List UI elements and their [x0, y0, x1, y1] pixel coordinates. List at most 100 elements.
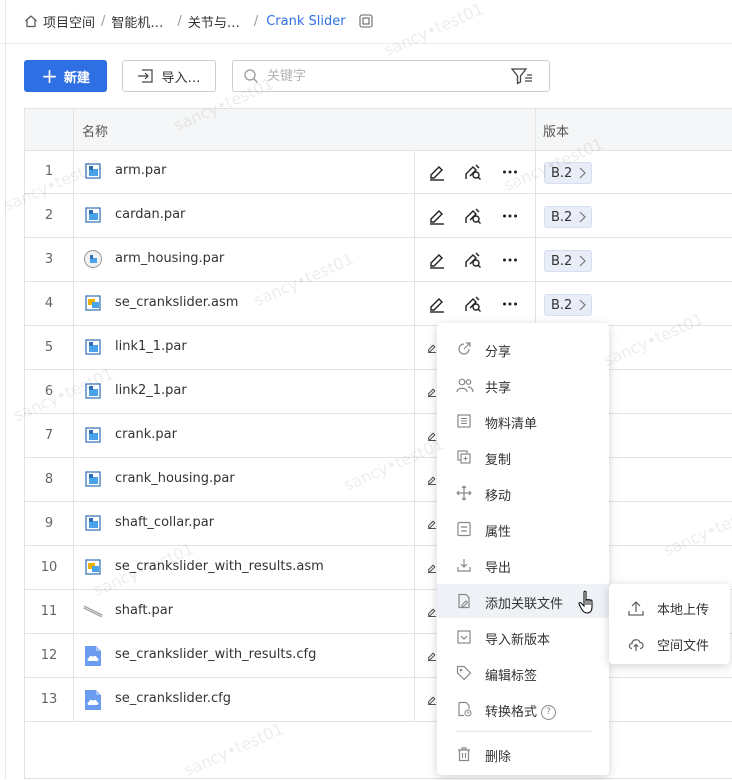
left-border [5, 0, 6, 779]
file-name[interactable]: se_crankslider_with_results.asm [115, 559, 324, 574]
home-icon[interactable] [24, 14, 38, 28]
view-icon[interactable] [463, 294, 483, 314]
file-name[interactable]: cardan.par [115, 207, 185, 222]
filter-icon[interactable] [510, 67, 533, 89]
more-icon[interactable] [500, 162, 520, 182]
version-badge[interactable]: B.2 [544, 294, 592, 316]
edit-icon[interactable] [427, 162, 447, 182]
hand-cursor-icon [578, 590, 593, 614]
table-row[interactable]: 9 shaft_collar.par [25, 502, 732, 546]
menu-item-copy[interactable]: 复制 [437, 440, 609, 474]
menu-item-label: 属性 [485, 525, 512, 540]
more-icon[interactable] [500, 294, 520, 314]
copy-path-icon[interactable] [358, 13, 374, 29]
more-icon[interactable] [500, 250, 520, 270]
menu-item-export[interactable]: 导出 [437, 548, 609, 582]
more-icon[interactable] [500, 206, 520, 226]
menu-item-import-version[interactable]: 导入新版本 [437, 620, 609, 654]
edit-icon[interactable] [427, 206, 447, 226]
edit-icon[interactable] [427, 646, 437, 666]
column-header-name[interactable]: 名称 [82, 121, 108, 140]
bom-list-icon [456, 413, 472, 429]
file-name[interactable]: shaft_collar.par [115, 515, 214, 530]
assembly-icon [83, 293, 103, 313]
edit-icon[interactable] [427, 338, 437, 358]
file-name[interactable]: crank.par [115, 427, 177, 442]
file-name[interactable]: link2_1.par [115, 383, 187, 398]
tag-icon [456, 665, 472, 681]
edit-icon[interactable] [427, 294, 447, 314]
breadcrumb-item-subfolder[interactable]: 关节与… [188, 12, 240, 31]
breadcrumb: 项目空间 / 智能机… / 关节与… / Crank Slider [24, 10, 374, 32]
file-name[interactable]: arm_housing.par [115, 251, 224, 266]
edit-icon[interactable] [427, 514, 437, 534]
menu-item-label: 物料清单 [485, 417, 538, 432]
part-icon [83, 469, 103, 489]
breadcrumb-item-folder[interactable]: 智能机… [111, 12, 163, 31]
search-box[interactable] [232, 60, 550, 92]
file-name[interactable]: link1_1.par [115, 339, 187, 354]
edit-icon[interactable] [427, 470, 437, 490]
row-number: 11 [40, 604, 58, 619]
part-icon [83, 161, 103, 181]
edit-icon[interactable] [427, 558, 437, 578]
search-input[interactable] [265, 67, 499, 85]
table-row[interactable]: 8 crank_housing.par [25, 458, 732, 502]
users-icon [456, 377, 474, 393]
file-name[interactable]: se_crankslider.cfg [115, 691, 231, 706]
view-icon[interactable] [463, 162, 483, 182]
context-menu: 分享 共享 物料清单 复制 移动 属性 导出 添加关联文件 导入新版本 编辑标签… [437, 323, 609, 775]
breadcrumb-separator: / [253, 13, 259, 29]
version-badge[interactable]: B.2 [544, 250, 592, 272]
submenu-item-upload[interactable]: 本地上传 [609, 590, 730, 624]
menu-item-properties[interactable]: 属性 [437, 512, 609, 546]
menu-item-label: 导出 [485, 561, 512, 576]
help-icon[interactable]: ? [541, 705, 557, 720]
table-row[interactable]: 6 link2_1.par [25, 370, 732, 414]
new-button[interactable]: + 新建 [24, 60, 107, 92]
import-button[interactable]: 导入… [122, 60, 216, 92]
breadcrumb-item-project-space[interactable]: 项目空间 [43, 12, 95, 31]
row-number: 8 [44, 472, 54, 487]
upload-icon [627, 599, 645, 617]
version-badge[interactable]: B.2 [544, 206, 592, 228]
column-header-version[interactable]: 版本 [543, 121, 569, 140]
edit-icon[interactable] [427, 602, 437, 622]
table-row[interactable]: 13 se_crankslider.cfg [25, 678, 732, 722]
version-label: B.2 [551, 165, 573, 181]
table-row[interactable]: 1 arm.par B.2 [25, 150, 732, 194]
version-badge[interactable]: B.2 [544, 162, 592, 184]
table-row[interactable]: 5 link1_1.par [25, 326, 732, 370]
row-number: 1 [44, 164, 54, 179]
cloud-file-icon [83, 645, 103, 666]
table-row[interactable]: 2 cardan.par B.2 [25, 194, 732, 238]
breadcrumb-separator: / [101, 13, 106, 29]
menu-item-bom-list[interactable]: 物料清单 [437, 404, 609, 438]
table-row[interactable]: 4 se_crankslider.asm B.2 [25, 282, 732, 326]
file-name[interactable]: arm.par [115, 163, 166, 178]
menu-item-users[interactable]: 共享 [437, 368, 609, 402]
edit-icon[interactable] [427, 426, 437, 446]
submenu-item-cloud-upload[interactable]: 空间文件 [609, 626, 730, 660]
edit-icon[interactable] [427, 250, 447, 270]
submenu-item-label: 空间文件 [657, 639, 710, 654]
row-number: 4 [44, 296, 54, 311]
menu-item-move[interactable]: 移动 [437, 476, 609, 510]
view-icon[interactable] [463, 250, 483, 270]
menu-item-convert[interactable]: 转换格式? [437, 692, 609, 726]
table-row[interactable]: 7 crank.par [25, 414, 732, 458]
file-name[interactable]: crank_housing.par [115, 471, 235, 486]
edit-icon[interactable] [427, 690, 437, 710]
file-name[interactable]: shaft.par [115, 603, 173, 618]
edit-icon[interactable] [427, 382, 437, 402]
menu-item-trash[interactable]: 删除 [437, 737, 609, 771]
row-number: 12 [40, 648, 58, 663]
menu-item-share[interactable]: 分享 [437, 332, 609, 366]
table-row[interactable]: 3 arm_housing.par B.2 [25, 238, 732, 282]
menu-item-tag[interactable]: 编辑标签 [437, 656, 609, 690]
view-icon[interactable] [463, 206, 483, 226]
file-name[interactable]: se_crankslider_with_results.cfg [115, 647, 316, 662]
chevron-right-icon [579, 299, 586, 311]
file-name[interactable]: se_crankslider.asm [115, 295, 238, 310]
table-header: 名称 版本 [25, 109, 732, 151]
